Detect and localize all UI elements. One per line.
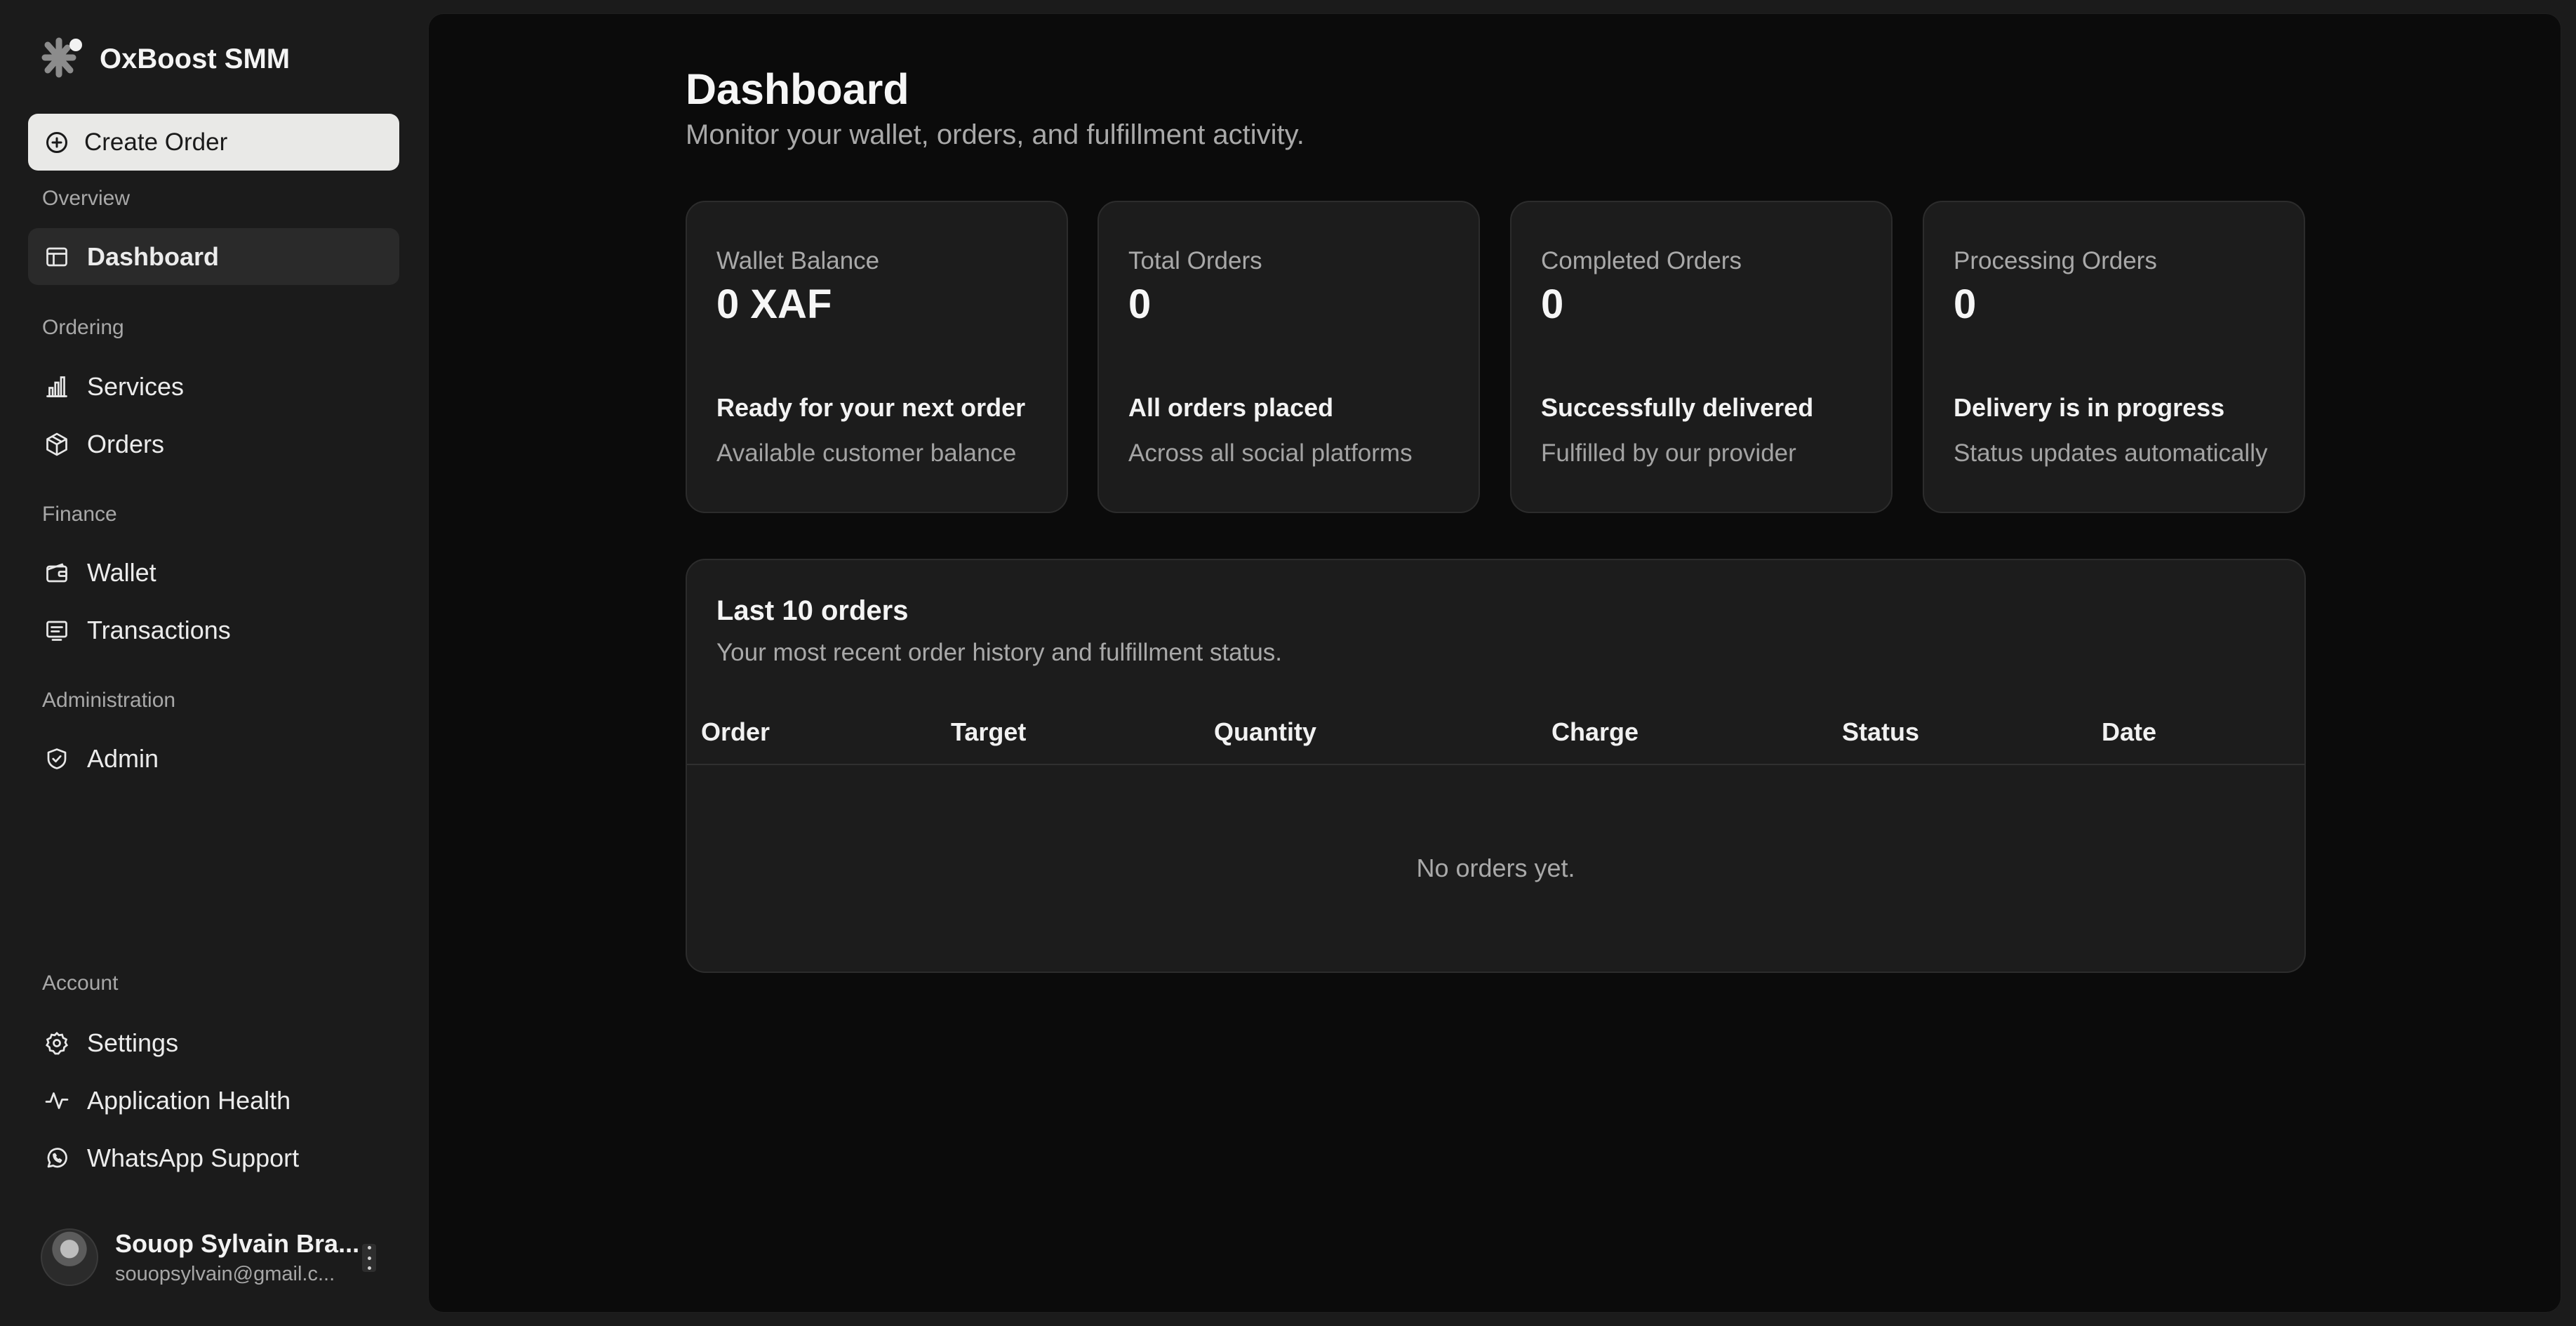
stat-description: Available customer balance: [716, 439, 1017, 467]
orders-table-header: Order Target Quantity Charge Status Date: [687, 717, 2304, 765]
stat-note: Ready for your next order: [716, 393, 1026, 422]
column-header-date: Date: [2102, 717, 2157, 746]
stat-note: Successfully delivered: [1541, 393, 1814, 422]
orders-subtitle: Your most recent order history and fulfi…: [716, 639, 1283, 666]
sidebar-item-services[interactable]: Services: [28, 358, 399, 415]
section-ordering: Ordering: [42, 316, 124, 339]
plus-circle-icon: [44, 129, 70, 156]
user-profile[interactable]: Souop Sylvain Bra... souopsylvain@gmail.…: [41, 1227, 399, 1287]
column-header-charge: Charge: [1551, 717, 1639, 746]
column-header-target: Target: [951, 717, 1027, 746]
wallet-icon: [44, 559, 70, 586]
stat-card-processing-orders: Processing Orders 0 Delivery is in progr…: [1923, 201, 2305, 513]
avatar: [41, 1228, 98, 1286]
page-subtitle: Monitor your wallet, orders, and fulfill…: [686, 119, 1304, 150]
page-title: Dashboard: [686, 65, 909, 113]
whatsapp-icon: [44, 1145, 70, 1172]
brand-name: OxBoost SMM: [100, 43, 291, 74]
sidebar-item-label: Wallet: [87, 557, 156, 587]
sidebar-item-application-health[interactable]: Application Health: [28, 1072, 399, 1129]
sidebar-item-settings[interactable]: Settings: [28, 1014, 399, 1071]
sidebar-item-label: Orders: [87, 429, 165, 458]
sidebar-item-label: Admin: [87, 743, 159, 773]
column-header-status: Status: [1842, 717, 1920, 746]
section-finance: Finance: [42, 503, 117, 526]
layout-icon: [44, 244, 70, 270]
column-header-quantity: Quantity: [1214, 717, 1317, 746]
main-content: Dashboard Monitor your wallet, orders, a…: [428, 13, 2561, 1313]
sidebar-item-label: WhatsApp Support: [87, 1143, 300, 1172]
recent-orders-panel: Last 10 orders Your most recent order hi…: [686, 559, 2306, 973]
sidebar-item-dashboard[interactable]: Dashboard: [28, 228, 399, 285]
sidebar-item-orders[interactable]: Orders: [28, 416, 399, 472]
stat-value: 0: [1128, 281, 1152, 327]
sidebar-item-whatsapp-support[interactable]: WhatsApp Support: [28, 1129, 399, 1186]
sidebar-item-transactions[interactable]: Transactions: [28, 602, 399, 658]
receipt-icon: [44, 617, 70, 644]
stat-label: Wallet Balance: [716, 247, 880, 274]
sidebar: OxBoost SMM Create Order Overview Dashbo…: [0, 0, 428, 1326]
create-order-button[interactable]: Create Order: [28, 114, 399, 171]
stat-value: 0: [1954, 281, 1977, 327]
package-icon: [44, 431, 70, 458]
user-info: Souop Sylvain Bra... souopsylvain@gmail.…: [115, 1228, 360, 1286]
stat-label: Processing Orders: [1954, 247, 2157, 274]
sidebar-item-label: Dashboard: [87, 241, 220, 271]
stat-label: Total Orders: [1128, 247, 1262, 274]
stat-description: Status updates automatically: [1954, 439, 2268, 467]
column-header-order: Order: [701, 717, 770, 746]
stat-note: Delivery is in progress: [1954, 393, 2225, 422]
sidebar-item-label: Application Health: [87, 1085, 291, 1115]
asterisk-logo-icon: [39, 35, 84, 84]
stat-description: Fulfilled by our provider: [1541, 439, 1796, 467]
stat-value: 0 XAF: [716, 281, 832, 327]
section-overview: Overview: [42, 187, 131, 210]
sidebar-item-admin[interactable]: Admin: [28, 730, 399, 787]
create-order-label: Create Order: [84, 128, 228, 156]
user-name: Souop Sylvain Bra...: [115, 1228, 360, 1258]
user-email: souopsylvain@gmail.c...: [115, 1262, 335, 1285]
section-administration: Administration: [42, 689, 176, 712]
activity-icon: [44, 1087, 70, 1114]
bar-chart-icon: [44, 373, 70, 400]
sidebar-item-label: Services: [87, 371, 185, 401]
section-account: Account: [42, 972, 119, 995]
sidebar-item-label: Settings: [87, 1028, 179, 1057]
more-options-icon[interactable]: [362, 1244, 376, 1272]
sidebar-item-label: Transactions: [87, 615, 231, 644]
brand[interactable]: OxBoost SMM: [39, 37, 290, 81]
shield-check-icon: [44, 745, 70, 772]
stat-label: Completed Orders: [1541, 247, 1742, 274]
stat-card-completed-orders: Completed Orders 0 Successfully delivere…: [1510, 201, 1893, 513]
stat-card-total-orders: Total Orders 0 All orders placed Across …: [1097, 201, 1480, 513]
stat-value: 0: [1541, 281, 1564, 327]
stat-card-wallet-balance: Wallet Balance 0 XAF Ready for your next…: [686, 201, 1068, 513]
sidebar-item-wallet[interactable]: Wallet: [28, 544, 399, 601]
stat-note: All orders placed: [1128, 393, 1334, 422]
orders-title: Last 10 orders: [716, 595, 909, 626]
stat-description: Across all social platforms: [1128, 439, 1413, 467]
gear-icon: [44, 1030, 70, 1056]
empty-state-message: No orders yet.: [1416, 854, 1575, 882]
